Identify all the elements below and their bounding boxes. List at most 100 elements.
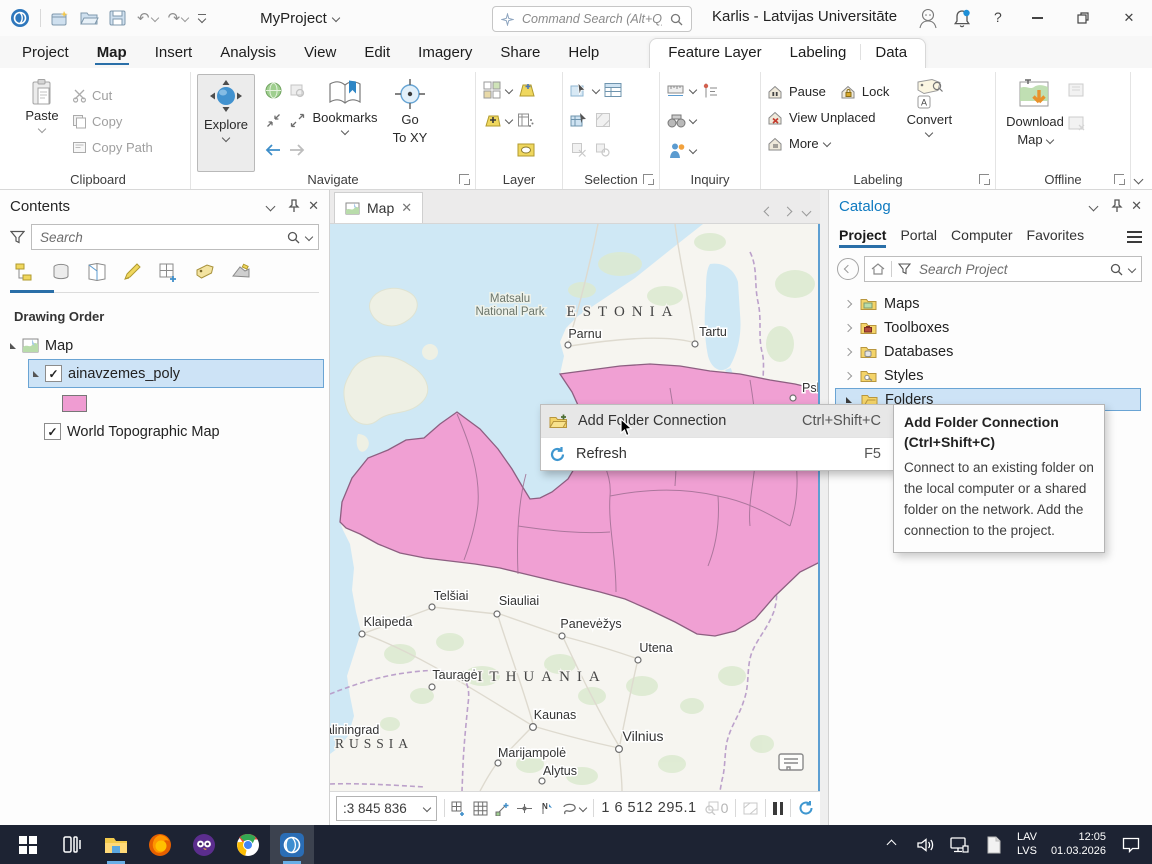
expand-collapse-icon[interactable]	[10, 343, 16, 349]
panel-menu-chevron[interactable]	[266, 201, 276, 211]
fixed-zoom-out-icon[interactable]	[287, 110, 307, 130]
purple-app-icon[interactable]	[182, 825, 226, 864]
home-icon[interactable]	[871, 263, 885, 275]
layer-checkbox[interactable]: ✓	[45, 365, 62, 382]
tab-view[interactable]: View	[290, 39, 350, 68]
map-attribution-icon[interactable]	[778, 750, 804, 777]
lasso-select-icon[interactable]	[561, 801, 586, 815]
paste-button[interactable]: Paste	[12, 74, 72, 132]
tab-edit[interactable]: Edit	[350, 39, 404, 68]
offline-dialog-launcher[interactable]	[1114, 174, 1124, 184]
cut-button[interactable]: Cut	[72, 82, 153, 108]
arcgis-pro-taskbar-icon[interactable]	[270, 825, 314, 864]
customize-qat-button[interactable]	[198, 14, 206, 23]
list-by-data-source-tab[interactable]	[50, 262, 72, 287]
filter-icon[interactable]	[898, 263, 911, 275]
layer-row-map[interactable]: Map	[0, 332, 329, 359]
copy-button[interactable]: Copy	[72, 108, 153, 134]
catalog-tab-computer[interactable]: Computer	[951, 227, 1012, 248]
add-graphics-layer-icon[interactable]	[516, 140, 536, 160]
remove-map-icon[interactable]	[1068, 115, 1086, 136]
document-tray-icon[interactable]	[979, 825, 1009, 864]
select-by-location-icon[interactable]	[593, 110, 613, 130]
task-view-button[interactable]	[50, 825, 94, 864]
attribute-table-icon[interactable]	[603, 80, 623, 100]
grid-icon[interactable]	[473, 801, 488, 816]
collapse-ribbon-chevron[interactable]	[1134, 175, 1144, 185]
catalog-search-box[interactable]	[864, 256, 1142, 282]
chrome-icon[interactable]	[226, 825, 270, 864]
zoom-to-selected-icon[interactable]	[593, 140, 613, 160]
convert-labels-button[interactable]: A Convert	[899, 74, 959, 136]
volume-icon[interactable]	[911, 825, 941, 864]
project-name-dropdown[interactable]: MyProject	[260, 10, 339, 27]
basemap-icon[interactable]	[482, 80, 502, 100]
restore-button[interactable]	[1060, 0, 1106, 36]
tab-project[interactable]: Project	[8, 39, 83, 68]
list-by-perspective-tab[interactable]	[230, 262, 252, 287]
download-map-button[interactable]: Download Map	[1002, 74, 1068, 149]
tab-help[interactable]: Help	[554, 39, 613, 68]
list-by-labeling-tab[interactable]	[194, 262, 216, 287]
tab-insert[interactable]: Insert	[141, 39, 207, 68]
close-panel-icon[interactable]: ✕	[308, 198, 319, 214]
catalog-item-databases[interactable]: Databases	[829, 340, 1152, 364]
profile-avatar-icon[interactable]	[916, 7, 940, 29]
tab-analysis[interactable]: Analysis	[206, 39, 290, 68]
layer-row-ainavzemes-poly[interactable]: ✓ ainavzemes_poly	[28, 359, 324, 388]
map-canvas[interactable]: Matsalu National Park ESTONIA LITHUANIA …	[330, 224, 820, 791]
find-binoculars-icon[interactable]	[666, 110, 686, 130]
bookmarks-button[interactable]: Bookmarks	[307, 74, 383, 134]
go-to-xy-button[interactable]: Go To XY	[383, 74, 437, 147]
crosshair-icon[interactable]	[517, 801, 532, 816]
action-center-icon[interactable]	[1116, 825, 1146, 864]
tab-feature-layer[interactable]: Feature Layer	[654, 39, 775, 68]
expand-icon[interactable]	[844, 348, 852, 356]
grid-add-icon[interactable]	[451, 801, 466, 816]
file-explorer-icon[interactable]	[94, 825, 138, 864]
labeling-dialog-launcher[interactable]	[979, 174, 989, 184]
catalog-item-maps[interactable]: Maps	[829, 292, 1152, 316]
catalog-search-input[interactable]	[917, 261, 1104, 278]
infographics-icon[interactable]	[666, 140, 686, 160]
tab-labeling[interactable]: Labeling	[776, 39, 861, 68]
tab-data[interactable]: Data	[861, 39, 921, 68]
next-view-chevron[interactable]	[783, 207, 793, 217]
filter-icon[interactable]	[10, 230, 25, 244]
close-tab-icon[interactable]: ✕	[401, 200, 412, 216]
layer-row-world-topographic-map[interactable]: ✓ World Topographic Map	[0, 418, 329, 445]
north-arrow-icon[interactable]: N	[539, 801, 554, 816]
selection-dialog-launcher[interactable]	[643, 174, 653, 184]
refresh-map-icon[interactable]	[798, 800, 814, 816]
contents-search-input[interactable]	[38, 229, 281, 246]
pin-icon[interactable]	[288, 199, 300, 213]
labeling-lock-button[interactable]: Lock	[840, 78, 889, 104]
view-list-chevron[interactable]	[802, 207, 812, 217]
expand-icon[interactable]	[844, 372, 852, 380]
snapping-icon[interactable]	[495, 801, 510, 816]
expand-icon[interactable]	[844, 324, 852, 332]
menu-item-refresh[interactable]: Refresh F5	[541, 438, 893, 470]
layer-symbol-row[interactable]	[0, 388, 329, 418]
tab-share[interactable]: Share	[486, 39, 554, 68]
contents-search-box[interactable]	[31, 224, 319, 250]
expand-icon[interactable]	[844, 300, 852, 308]
catalog-tab-portal[interactable]: Portal	[900, 227, 937, 248]
list-by-snapping-tab[interactable]	[158, 262, 180, 287]
labeling-pause-button[interactable]: Pause	[767, 78, 826, 104]
catalog-item-styles[interactable]: Styles	[829, 364, 1152, 388]
undo-button[interactable]: ↶	[137, 9, 158, 27]
catalog-menu-icon[interactable]	[1127, 231, 1142, 244]
catalog-item-toolboxes[interactable]: Toolboxes	[829, 316, 1152, 340]
navigate-dialog-launcher[interactable]	[459, 174, 469, 184]
catalog-tab-project[interactable]: Project	[839, 227, 886, 248]
list-by-editing-tab[interactable]	[122, 262, 144, 287]
next-extent-icon[interactable]	[287, 140, 307, 160]
panel-menu-chevron[interactable]	[1089, 201, 1099, 211]
catalog-tab-favorites[interactable]: Favorites	[1027, 227, 1085, 248]
list-by-drawing-order-tab[interactable]	[14, 262, 36, 287]
sync-map-icon[interactable]	[1068, 82, 1086, 103]
add-data-icon[interactable]	[482, 110, 502, 130]
zoom-to-selection-icon[interactable]	[287, 80, 307, 100]
firefox-icon[interactable]	[138, 825, 182, 864]
